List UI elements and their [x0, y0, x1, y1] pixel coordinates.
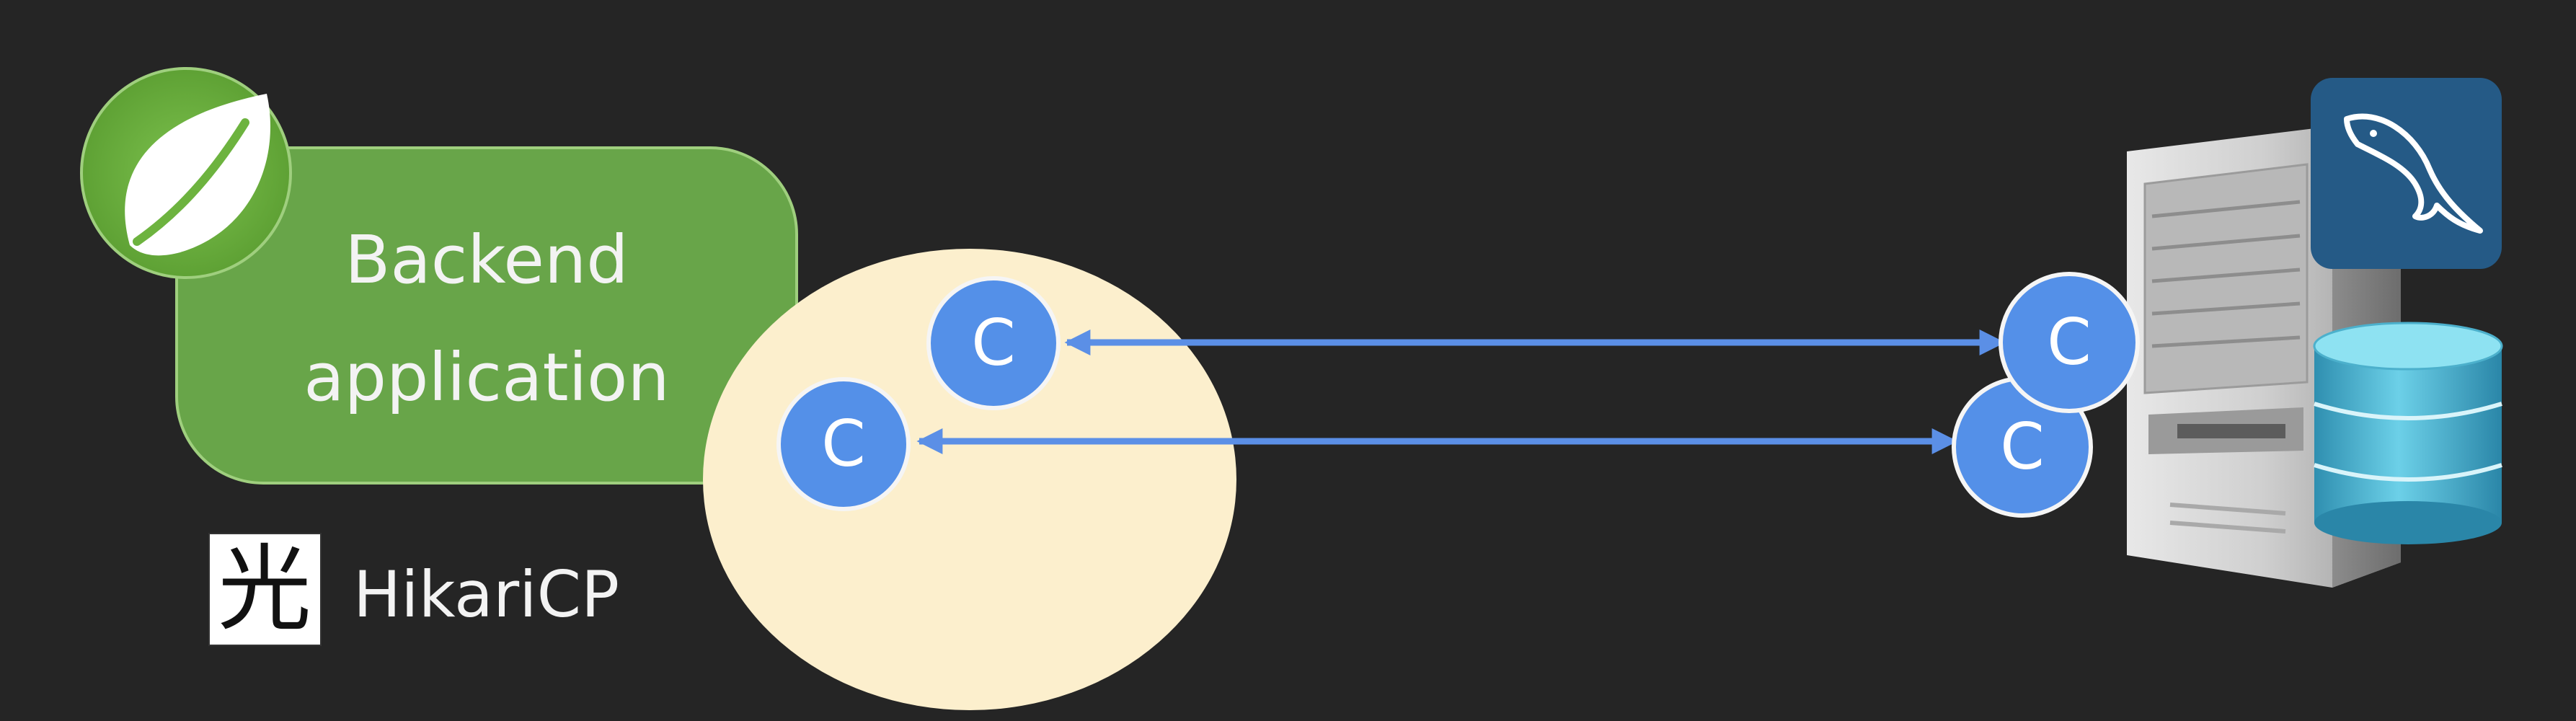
connection-label: C: [971, 306, 1015, 380]
pool-connection-1: C: [926, 276, 1061, 410]
hikaricp-brand: 光 HikariCP: [208, 533, 619, 646]
backend-label-line1: Backend: [345, 221, 628, 298]
database-cylinder-icon: [2313, 322, 2503, 544]
connection-label: C: [821, 407, 865, 481]
spring-leaf-icon: [80, 67, 292, 279]
connection-label: C: [2000, 410, 2044, 484]
mysql-dolphin-icon: [2311, 78, 2502, 269]
diagram-canvas: Backend application 光 HikariCP C C C C: [80, 67, 2503, 710]
connection-label: C: [2047, 305, 2091, 379]
pool-connection-2: C: [776, 377, 911, 511]
backend-label-line2: application: [304, 339, 669, 416]
hikaricp-glyph: 光: [218, 534, 311, 644]
hikaricp-label: HikariCP: [353, 557, 619, 632]
db-connection-1: C: [1999, 272, 2140, 413]
